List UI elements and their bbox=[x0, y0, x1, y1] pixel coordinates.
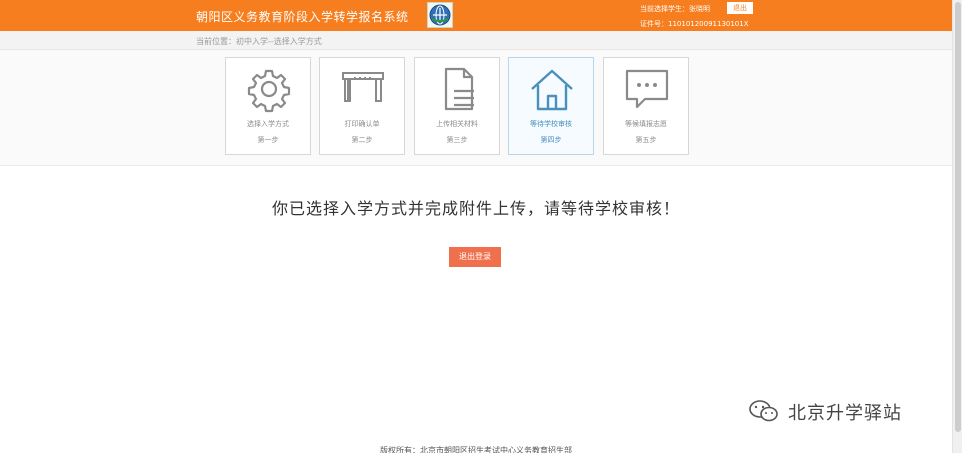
step-number: 第三步 bbox=[446, 136, 468, 144]
step-number: 第五步 bbox=[635, 136, 657, 144]
step-number: 第一步 bbox=[257, 136, 279, 144]
step-await-school-review[interactable]: 等待学校审核 第四步 bbox=[508, 57, 594, 155]
student-id: 证件号：11010120091130101X bbox=[640, 20, 749, 28]
scrollbar-thumb[interactable] bbox=[955, 2, 961, 432]
status-message: 你已选择入学方式并完成附件上传，请等待学校审核！ bbox=[271, 199, 680, 218]
top-header: 朝阳区义务教育阶段入学转学报名系统 当前选择学生：张晓明 退出 证件号：1101… bbox=[0, 0, 952, 31]
footer-copyright: 版权所有：北京市朝阳区招生考试中心义务教育招生部 bbox=[380, 446, 572, 453]
watermark: 北京升学驿站 bbox=[748, 397, 938, 425]
step-label: 上传相关材料 bbox=[436, 120, 478, 128]
breadcrumb-text: 当前位置：初中入学--选择入学方式 bbox=[196, 37, 322, 46]
steps-panel: 选择入学方式 第一步 打印确认单 第二步 上传相关材料 第三步 等待学校审核 第… bbox=[0, 50, 952, 166]
current-student-name: 张晓明 bbox=[689, 5, 710, 13]
page: 朝阳区义务教育阶段入学转学报名系统 当前选择学生：张晓明 退出 证件号：1101… bbox=[0, 0, 962, 453]
wechat-icon bbox=[749, 400, 778, 422]
step-label: 等待学校审核 bbox=[530, 120, 572, 128]
step-upload-materials[interactable]: 上传相关材料 第三步 bbox=[414, 57, 500, 155]
current-student: 当前选择学生：张晓明 bbox=[640, 4, 710, 14]
step-number: 第四步 bbox=[540, 136, 562, 144]
step-label: 打印确认单 bbox=[344, 120, 380, 128]
current-student-label: 当前选择学生： bbox=[640, 5, 689, 13]
house-icon bbox=[531, 69, 573, 111]
step-fill-preferences[interactable]: 等候填报志愿 第五步 bbox=[603, 57, 689, 155]
vertical-scrollbar[interactable] bbox=[952, 0, 962, 453]
logout-button[interactable]: 退出登录 bbox=[449, 247, 501, 267]
step-print-confirmation[interactable]: 打印确认单 第二步 bbox=[319, 57, 405, 155]
step-number: 第二步 bbox=[351, 136, 373, 144]
system-title: 朝阳区义务教育阶段入学转学报名系统 bbox=[196, 10, 409, 24]
step-label: 选择入学方式 bbox=[247, 120, 289, 128]
education-logo bbox=[427, 2, 453, 28]
step-select-method[interactable]: 选择入学方式 第一步 bbox=[225, 57, 311, 155]
gear-icon bbox=[247, 69, 291, 113]
document-icon bbox=[444, 67, 474, 111]
watermark-text: 北京升学驿站 bbox=[788, 403, 902, 424]
step-label: 等候填报志愿 bbox=[625, 120, 667, 128]
breadcrumb: 当前位置：初中入学--选择入学方式 bbox=[0, 31, 952, 50]
printer-icon bbox=[342, 72, 384, 102]
chat-icon bbox=[625, 69, 669, 109]
header-logout-button[interactable]: 退出 bbox=[727, 2, 753, 14]
